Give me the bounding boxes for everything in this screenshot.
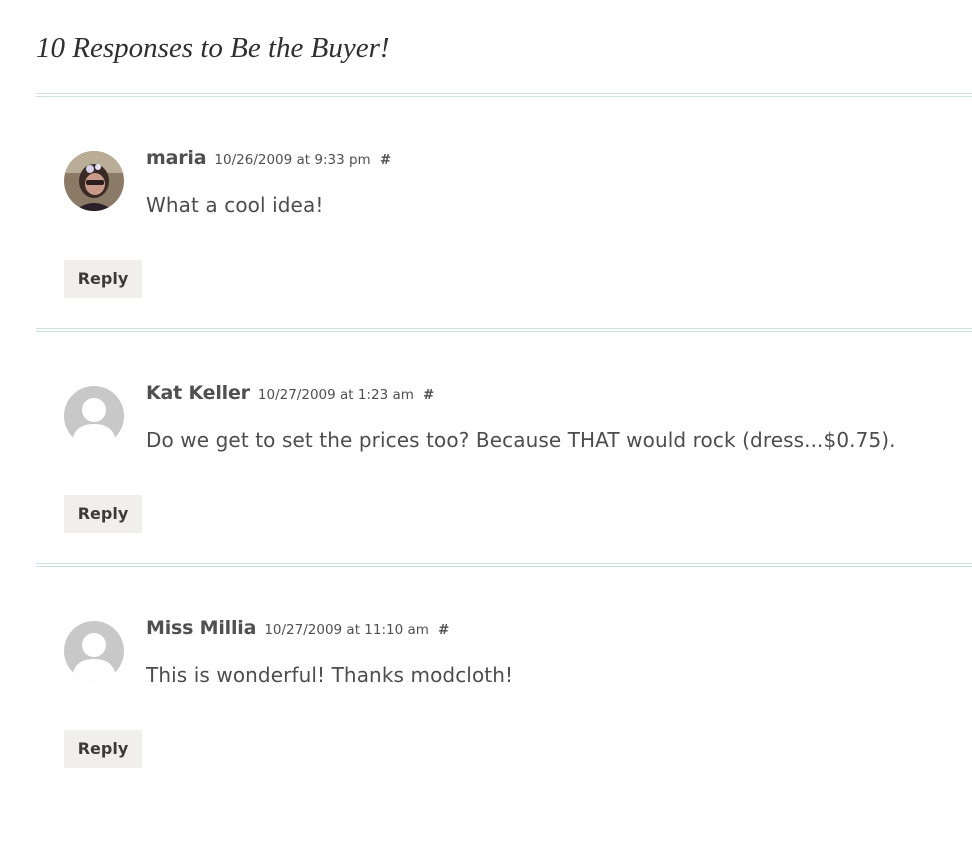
divider [36, 93, 972, 97]
comment: maria 10/26/2009 at 9:33 pm # What a coo… [0, 143, 972, 373]
reply-button[interactable]: Reply [64, 730, 142, 768]
comment-text: This is wonderful! Thanks modcloth! [146, 663, 514, 687]
comment-author[interactable]: maria [146, 147, 207, 169]
default-avatar-icon [64, 386, 124, 446]
default-avatar-icon [64, 621, 124, 681]
comment: Miss Millia 10/27/2009 at 11:10 am # Thi… [0, 613, 972, 843]
comment-date[interactable]: 10/27/2009 at 11:10 am [264, 622, 429, 638]
comment-author[interactable]: Kat Keller [146, 382, 250, 404]
comment: Kat Keller 10/27/2009 at 1:23 am # Do we… [0, 378, 972, 608]
comment-permalink[interactable]: # [423, 387, 434, 403]
comment-permalink[interactable]: # [438, 622, 449, 638]
avatar[interactable] [64, 386, 124, 446]
avatar[interactable] [64, 151, 124, 211]
comment-text: What a cool idea! [146, 193, 324, 217]
comments-heading: 10 Responses to Be the Buyer! [36, 32, 390, 64]
comment-meta: Kat Keller 10/27/2009 at 1:23 am # [146, 378, 434, 410]
comment-author[interactable]: Miss Millia [146, 617, 256, 639]
comment-meta: Miss Millia 10/27/2009 at 11:10 am # [146, 613, 449, 645]
comment-date[interactable]: 10/26/2009 at 9:33 pm [214, 152, 370, 168]
comment-meta: maria 10/26/2009 at 9:33 pm # [146, 143, 391, 175]
comment-text: Do we get to set the prices too? Because… [146, 428, 896, 452]
comment-permalink[interactable]: # [380, 152, 391, 168]
avatar[interactable] [64, 621, 124, 681]
divider [36, 563, 972, 567]
user-photo [64, 151, 124, 211]
reply-button[interactable]: Reply [64, 260, 142, 298]
comment-date[interactable]: 10/27/2009 at 1:23 am [258, 387, 414, 403]
divider [36, 328, 972, 332]
reply-button[interactable]: Reply [64, 495, 142, 533]
